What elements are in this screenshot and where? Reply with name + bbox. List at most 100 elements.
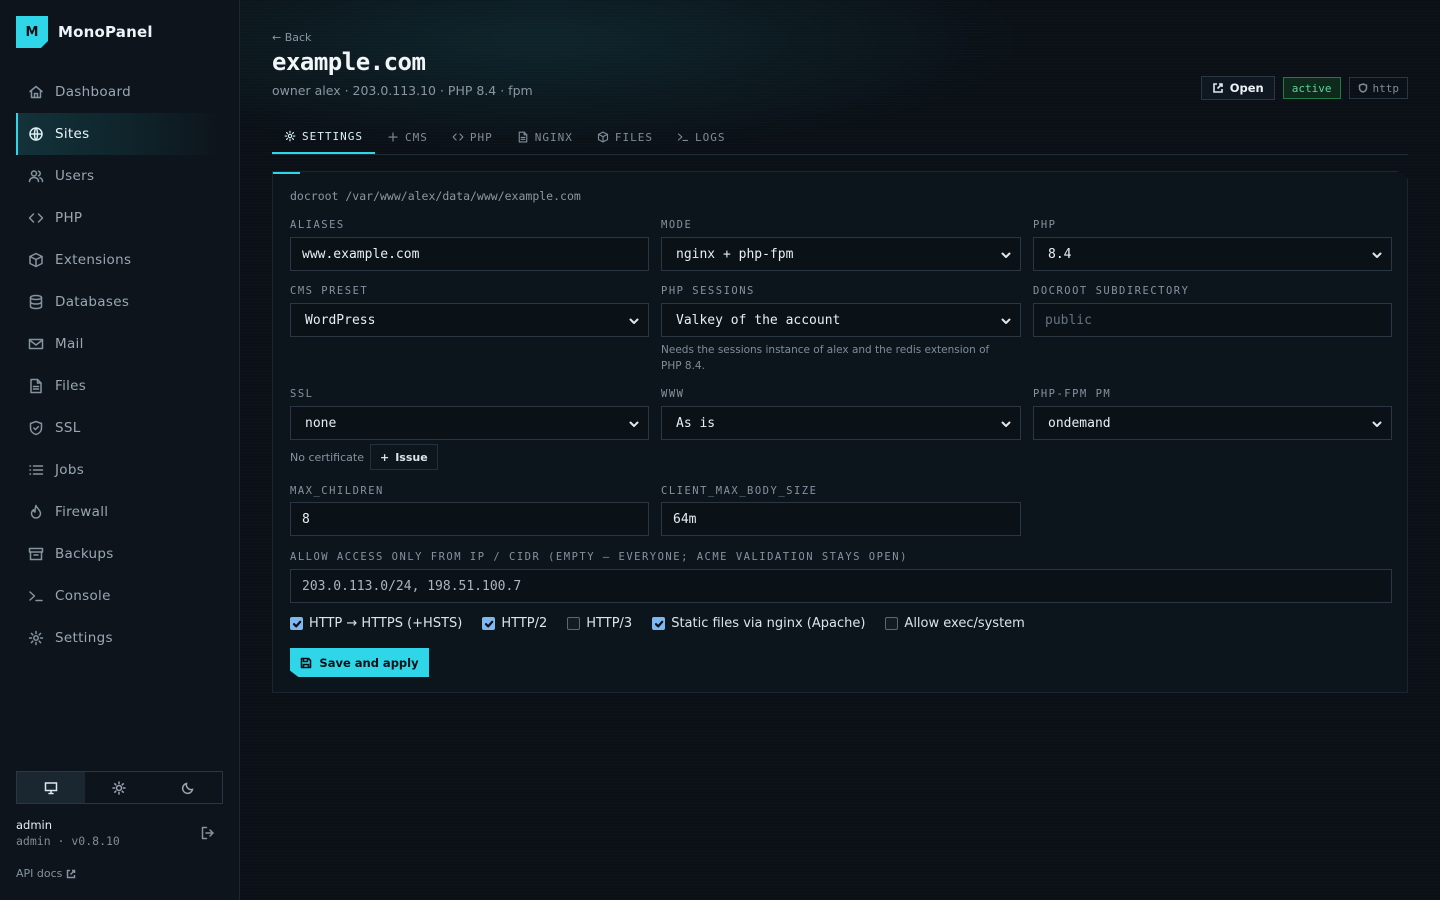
- issue-certificate-button[interactable]: + Issue: [370, 444, 438, 470]
- static-files-checkbox[interactable]: Static files via nginx (Apache): [652, 616, 865, 631]
- chevron-down-icon: [1000, 249, 1012, 261]
- user-name: admin: [16, 818, 53, 832]
- cms-preset-select[interactable]: WordPress: [290, 303, 649, 337]
- page-title: example.com: [272, 48, 426, 76]
- external-link-icon: [1212, 83, 1223, 93]
- database-icon: [29, 294, 43, 310]
- https-redirect-checkbox[interactable]: HTTP → HTTPS (+HSTS): [290, 616, 462, 631]
- shield-icon: [29, 420, 43, 436]
- sidebar-item-label: Extensions: [55, 252, 132, 268]
- open-site-button[interactable]: Open: [1200, 76, 1275, 100]
- http3-checkbox[interactable]: HTTP/3: [567, 616, 632, 631]
- tab-label: SETTINGS: [302, 129, 363, 143]
- open-site-label: Open: [1229, 81, 1264, 95]
- chevron-down-icon: [1371, 249, 1383, 261]
- client-max-body-size-label: CLIENT_MAX_BODY_SIZE: [661, 485, 818, 497]
- tab-logs[interactable]: LOGS: [665, 120, 738, 154]
- sidebar-item-label: SSL: [55, 420, 81, 436]
- sidebar-item-backups[interactable]: Backups: [16, 533, 224, 575]
- fpm-pm-select[interactable]: ondemand: [1033, 406, 1392, 440]
- external-link-icon: [67, 869, 76, 878]
- sidebar-item-label: Sites: [55, 126, 90, 142]
- http2-checkbox[interactable]: HTTP/2: [482, 616, 547, 631]
- sidebar-item-extensions[interactable]: Extensions: [16, 239, 224, 281]
- www-value: As is: [676, 415, 716, 431]
- archive-icon: [28, 547, 44, 561]
- monitor-icon: [44, 781, 58, 794]
- tab-label: FILES: [614, 130, 653, 144]
- checkbox-label: HTTP → HTTPS (+HSTS): [309, 616, 463, 631]
- file-icon: [518, 131, 528, 143]
- checkbox-label: HTTP/3: [586, 616, 633, 631]
- sidebar-item-users[interactable]: Users: [16, 155, 224, 197]
- sidebar-item-files[interactable]: Files: [16, 365, 224, 407]
- allow-ip-label: ALLOW ACCESS ONLY FROM IP / CIDR (EMPTY …: [290, 551, 908, 563]
- theme-system-button[interactable]: [17, 772, 86, 803]
- aliases-input[interactable]: www.example.com: [290, 237, 649, 271]
- docroot-path: docroot /var/www/alex/data/www/example.c…: [290, 189, 581, 203]
- site-tabs: SETTINGS CMS PHP NGINX FILES LOGS: [272, 120, 1408, 155]
- allow-ip-input[interactable]: 203.0.113.0/24, 198.51.100.7: [290, 569, 1392, 603]
- theme-dark-button[interactable]: [154, 772, 222, 803]
- protocol-badge-label: http: [1372, 81, 1400, 95]
- www-select[interactable]: As is: [661, 406, 1021, 440]
- save-and-apply-button[interactable]: Save and apply: [290, 648, 429, 677]
- php-sessions-label: PHP SESSIONS: [661, 285, 755, 297]
- sidebar-item-settings[interactable]: Settings: [16, 617, 224, 659]
- tab-cms[interactable]: CMS: [375, 120, 440, 154]
- sidebar-item-label: Users: [55, 168, 95, 184]
- sidebar-item-sites[interactable]: Sites: [16, 113, 224, 155]
- www-label: WWW: [661, 388, 685, 400]
- docroot-subdir-input[interactable]: public: [1033, 303, 1392, 337]
- header-actions: Open active http: [1200, 76, 1408, 100]
- theme-light-button[interactable]: [85, 772, 153, 803]
- sidebar-item-jobs[interactable]: Jobs: [16, 449, 224, 491]
- checkbox-label: Static files via nginx (Apache): [671, 616, 866, 631]
- code-icon: [28, 213, 44, 223]
- brand[interactable]: M MonoPanel: [16, 16, 153, 48]
- mode-select[interactable]: nginx + php-fpm: [661, 237, 1021, 271]
- save-icon: [301, 657, 312, 668]
- back-link[interactable]: ← Back: [272, 31, 311, 44]
- php-sessions-value: Valkey of the account: [676, 312, 841, 328]
- page-subtitle: owner alex · 203.0.113.10 · PHP 8.4 · fp…: [272, 83, 533, 98]
- allow-exec-checkbox[interactable]: Allow exec/system: [885, 616, 1025, 631]
- ssl-select[interactable]: none: [290, 406, 649, 440]
- tab-label: PHP: [469, 130, 493, 144]
- file-icon: [30, 378, 42, 394]
- client-max-body-size-input[interactable]: 64m: [661, 502, 1021, 536]
- main-content: ← Back example.com owner alex · 203.0.11…: [240, 0, 1440, 900]
- chevron-down-icon: [1000, 418, 1012, 430]
- docroot-subdir-label: DOCROOT SUBDIRECTORY: [1033, 285, 1190, 297]
- fpm-pm-label: PHP-FPM PM: [1033, 388, 1112, 400]
- sidebar-item-mail[interactable]: Mail: [16, 323, 224, 365]
- sidebar-item-label: Jobs: [55, 462, 85, 478]
- sidebar-item-console[interactable]: Console: [16, 575, 224, 617]
- tab-label: LOGS: [694, 130, 726, 144]
- api-docs-link[interactable]: API docs: [16, 867, 76, 880]
- brand-name: MonoPanel: [58, 23, 153, 41]
- sidebar-item-dashboard[interactable]: Dashboard: [16, 71, 224, 113]
- sidebar-item-databases[interactable]: Databases: [16, 281, 224, 323]
- home-icon: [29, 85, 43, 99]
- tab-php[interactable]: PHP: [440, 120, 505, 154]
- logout-button[interactable]: [200, 825, 216, 841]
- tab-settings[interactable]: SETTINGS: [272, 120, 375, 154]
- terminal-icon: [29, 591, 43, 602]
- status-badge: active: [1282, 77, 1341, 99]
- php-version-select[interactable]: 8.4: [1033, 237, 1392, 271]
- sidebar-item-label: PHP: [55, 210, 83, 226]
- sidebar-item-label: Console: [55, 588, 111, 604]
- tab-label: CMS: [404, 130, 428, 144]
- moon-icon: [181, 781, 194, 794]
- tab-files[interactable]: FILES: [585, 120, 665, 154]
- tab-nginx[interactable]: NGINX: [505, 120, 585, 154]
- php-sessions-select[interactable]: Valkey of the account: [661, 303, 1021, 337]
- max-children-input[interactable]: 8: [290, 502, 649, 536]
- sidebar-item-ssl[interactable]: SSL: [16, 407, 224, 449]
- sidebar-item-php[interactable]: PHP: [16, 197, 224, 239]
- gear-icon: [28, 630, 44, 646]
- ssl-value: none: [305, 415, 337, 431]
- sidebar-item-firewall[interactable]: Firewall: [16, 491, 224, 533]
- php-version-value: 8.4: [1048, 246, 1072, 262]
